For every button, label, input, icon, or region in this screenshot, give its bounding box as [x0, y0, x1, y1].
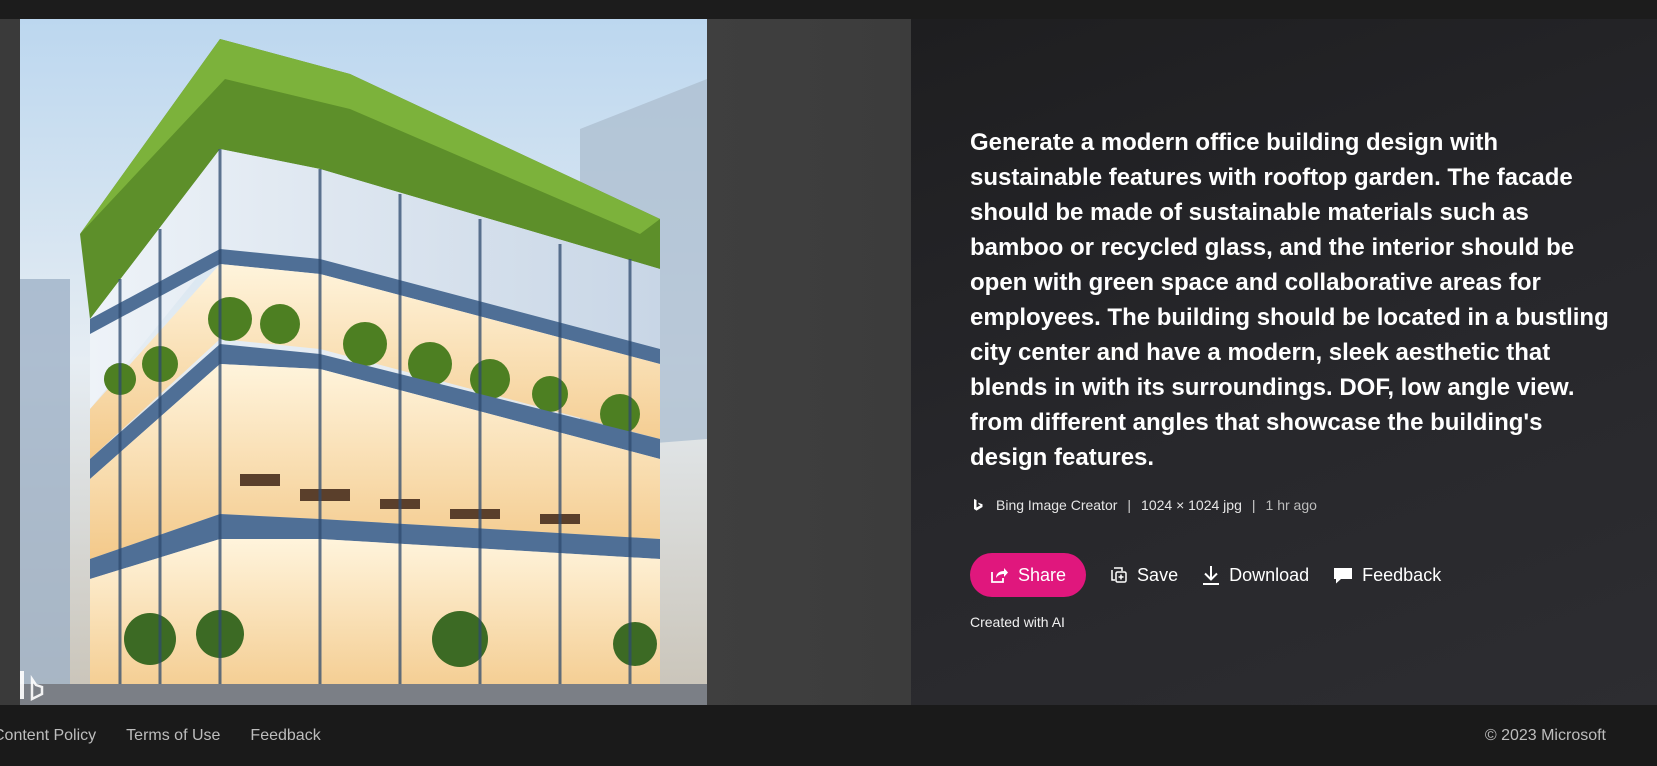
previous-image-edge[interactable] [0, 19, 20, 705]
footer-links: Content Policy Terms of Use Feedback [0, 727, 351, 745]
share-button[interactable]: Share [970, 553, 1087, 597]
footer-link-terms-of-use[interactable]: Terms of Use [126, 727, 220, 745]
save-label: Save [1137, 564, 1179, 585]
feedback-label: Feedback [1362, 564, 1442, 585]
action-bar: Share Save Download Feedback [970, 553, 1441, 597]
share-icon [991, 568, 1008, 583]
footer-link-content-policy[interactable]: Content Policy [0, 727, 96, 745]
download-label: Download [1229, 564, 1310, 585]
footer-link-feedback[interactable]: Feedback [250, 727, 320, 745]
image-details-panel: Generate a modern office building design… [911, 19, 1657, 705]
created-time: 1 hr ago [1265, 497, 1317, 513]
save-button[interactable]: Save [1109, 565, 1178, 586]
top-bar [0, 0, 1657, 19]
prompt-text: Generate a modern office building design… [970, 129, 1609, 471]
footer: Content Policy Terms of Use Feedback © 2… [0, 705, 1657, 766]
feedback-button[interactable]: Feedback [1332, 565, 1441, 586]
download-icon [1203, 566, 1220, 585]
building-illustration [20, 19, 707, 705]
meta-separator: | [1127, 497, 1132, 513]
copyright-text: © 2023 Microsoft [1484, 727, 1606, 744]
feedback-icon [1334, 568, 1353, 584]
meta-separator: | [1251, 497, 1256, 513]
image-dimensions: 1024 × 1024 jpg [1141, 497, 1242, 513]
download-button[interactable]: Download [1201, 564, 1309, 586]
source-label: Bing Image Creator [996, 497, 1118, 513]
bing-logo-icon [974, 499, 983, 511]
save-collection-icon [1111, 567, 1127, 583]
created-with-ai-label: Created with AI [970, 614, 1065, 630]
generated-image[interactable] [20, 19, 707, 705]
share-label: Share [1018, 564, 1067, 585]
image-metadata: Bing Image Creator | 1024 × 1024 jpg | 1… [970, 493, 1317, 517]
